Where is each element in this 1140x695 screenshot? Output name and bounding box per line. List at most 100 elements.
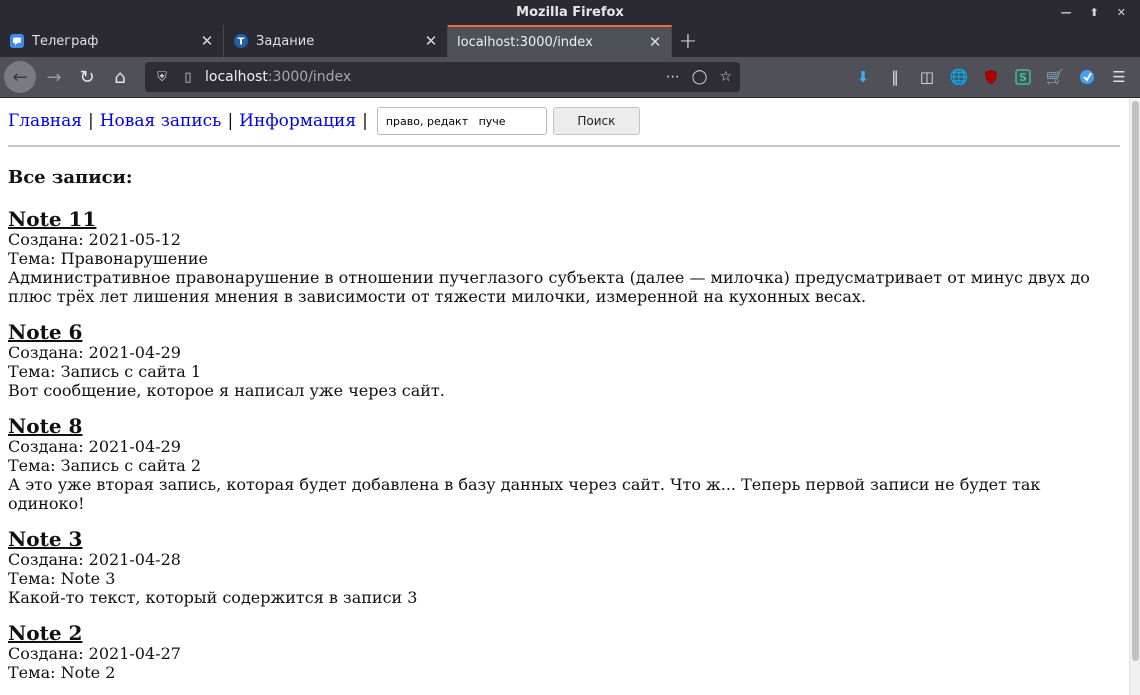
note-topic: Тема: Запись с сайта 1: [8, 362, 1108, 381]
page-viewport: Главная | Новая запись | Информация | По…: [0, 98, 1129, 695]
ublock-icon[interactable]: [982, 68, 1000, 86]
note-topic: Тема: Note 2: [8, 663, 1108, 682]
tab-localhost[interactable]: localhost:3000/index ✕: [448, 25, 672, 57]
created-label: Создана:: [8, 230, 89, 249]
close-tab-icon[interactable]: ✕: [647, 33, 663, 51]
nav-separator: |: [362, 111, 368, 131]
topic-value: Note 2: [60, 663, 116, 682]
topic-label: Тема:: [8, 663, 61, 682]
nav-link-info[interactable]: Информация: [239, 111, 356, 131]
forward-button[interactable]: →: [39, 62, 69, 92]
telegraph-icon: [9, 33, 25, 49]
cart-icon[interactable]: 🛒: [1046, 68, 1065, 86]
extension-s-icon[interactable]: S: [1014, 68, 1032, 86]
reload-button[interactable]: ↻: [72, 62, 102, 92]
window-title: Mozilla Firefox: [516, 5, 624, 20]
topic-value: Note 3: [60, 569, 116, 588]
tab-strip: Телеграф ✕ T Задание ✕ localhost:3000/in…: [0, 25, 1140, 57]
topic-value: Правонарушение: [60, 249, 208, 268]
svg-text:T: T: [238, 37, 245, 48]
note-title-link[interactable]: Note 11: [8, 208, 96, 230]
page-actions-icon[interactable]: ⋯: [666, 69, 680, 85]
minimize-icon[interactable]: —: [1061, 6, 1072, 19]
created-date: 2021-04-29: [88, 343, 181, 362]
toolbar-icons: ⬇ ‖ ◫ 🌐 S 🛒 ☰: [854, 68, 1140, 86]
note-created: Создана: 2021-05-12: [8, 230, 1108, 249]
note-created: Создана: 2021-04-27: [8, 644, 1108, 663]
download-icon[interactable]: ⬇: [854, 68, 872, 86]
site-nav: Главная | Новая запись | Информация | По…: [8, 107, 640, 135]
note-item: Note 2 Создана: 2021-04-27 Тема: Note 2: [8, 622, 1108, 682]
note-topic: Тема: Note 3: [8, 569, 1108, 588]
note-text: Какой-то текст, который содержится в зап…: [8, 588, 418, 607]
nav-separator: |: [87, 111, 94, 131]
created-label: Создана:: [8, 644, 89, 663]
globe-icon[interactable]: 🌐: [950, 68, 969, 86]
divider: [8, 145, 1120, 147]
page-icon: ▯: [184, 69, 192, 85]
home-button[interactable]: ⌂: [105, 62, 135, 92]
note-created: Создана: 2021-04-28: [8, 550, 1108, 569]
topic-value: Запись с сайта 2: [60, 456, 202, 475]
note-item: Note 11 Создана: 2021-05-12 Тема: Правонар…: [8, 208, 1108, 306]
close-tab-icon[interactable]: ✕: [199, 32, 215, 50]
created-date: 2021-04-28: [88, 550, 181, 569]
new-tab-button[interactable]: +: [672, 25, 704, 57]
shield-icon[interactable]: ⛨: [153, 70, 171, 85]
url-host: localhost: [205, 69, 268, 85]
maximize-icon[interactable]: ⬆: [1090, 6, 1099, 19]
address-bar[interactable]: ⛨ ▯ localhost:3000/index ⋯ ◯ ☆: [145, 62, 740, 92]
created-label: Создана:: [8, 343, 89, 362]
nav-link-new-entry[interactable]: Новая запись: [100, 111, 222, 131]
note-text: Вот сообщение, которое я написал уже чер…: [8, 381, 445, 400]
tab-task[interactable]: T Задание ✕: [224, 25, 448, 57]
note-title-link[interactable]: Note 6: [8, 321, 82, 343]
note-title-link[interactable]: Note 8: [8, 415, 82, 437]
note-created: Создана: 2021-04-29: [8, 437, 1108, 456]
topic-label: Тема:: [8, 569, 61, 588]
note-title-link[interactable]: Note 2: [8, 622, 82, 644]
note-text: А это уже вторая запись, которая будет д…: [8, 475, 1041, 513]
note-topic: Тема: Запись с сайта 2: [8, 456, 1108, 475]
library-icon[interactable]: ‖: [886, 68, 904, 86]
extension-blue-icon[interactable]: [1078, 68, 1096, 86]
page-heading: Все записи:: [8, 167, 133, 188]
nav-link-home[interactable]: Главная: [8, 111, 82, 131]
window-controls: — ⬆ ✕: [1061, 0, 1126, 25]
created-label: Создана:: [8, 550, 89, 569]
task-icon: T: [233, 33, 249, 49]
note-item: Note 8 Создана: 2021-04-29 Тема: Запись с …: [8, 415, 1108, 513]
vertical-scrollbar[interactable]: [1129, 98, 1140, 695]
search-button[interactable]: Поиск: [552, 107, 640, 135]
close-window-icon[interactable]: ✕: [1117, 6, 1126, 19]
bookmark-star-icon[interactable]: ☆: [719, 69, 732, 85]
note-item: Note 6 Создана: 2021-04-29 Тема: Запись с …: [8, 321, 1108, 400]
pocket-icon[interactable]: ◯: [692, 69, 708, 85]
topic-value: Запись с сайта 1: [60, 362, 202, 381]
close-tab-icon[interactable]: ✕: [423, 32, 439, 50]
note-item: Note 3 Создана: 2021-04-28 Тема: Note 3 Как…: [8, 528, 1108, 607]
tab-telegraph[interactable]: Телеграф ✕: [0, 25, 224, 57]
note-created: Создана: 2021-04-29: [8, 343, 1108, 362]
url-text: localhost:3000/index: [205, 69, 666, 85]
notes-list: Note 11 Создана: 2021-05-12 Тема: Правонар…: [8, 208, 1108, 695]
created-label: Создана:: [8, 437, 89, 456]
back-button[interactable]: ←: [4, 61, 36, 93]
scrollbar-thumb[interactable]: [1132, 101, 1139, 661]
tab-label: Задание: [256, 33, 315, 49]
created-date: 2021-04-27: [88, 644, 181, 663]
menu-icon[interactable]: ☰: [1110, 68, 1128, 86]
note-title-link[interactable]: Note 3: [8, 528, 82, 550]
topic-label: Тема:: [8, 362, 61, 381]
tab-label: Телеграф: [32, 33, 99, 49]
url-path: :3000/index: [267, 69, 352, 85]
window-titlebar: Mozilla Firefox — ⬆ ✕: [0, 0, 1140, 25]
sidebar-icon[interactable]: ◫: [918, 68, 936, 86]
search-input[interactable]: [376, 107, 547, 135]
nav-separator: |: [227, 111, 234, 131]
tab-label: localhost:3000/index: [457, 34, 593, 50]
created-date: 2021-04-29: [88, 437, 181, 456]
navigation-toolbar: ← → ↻ ⌂ ⛨ ▯ localhost:3000/index ⋯ ◯ ☆ ⬇…: [0, 57, 1140, 98]
note-text: Административное правонарушение в отноше…: [8, 268, 1090, 306]
topic-label: Тема:: [8, 249, 61, 268]
